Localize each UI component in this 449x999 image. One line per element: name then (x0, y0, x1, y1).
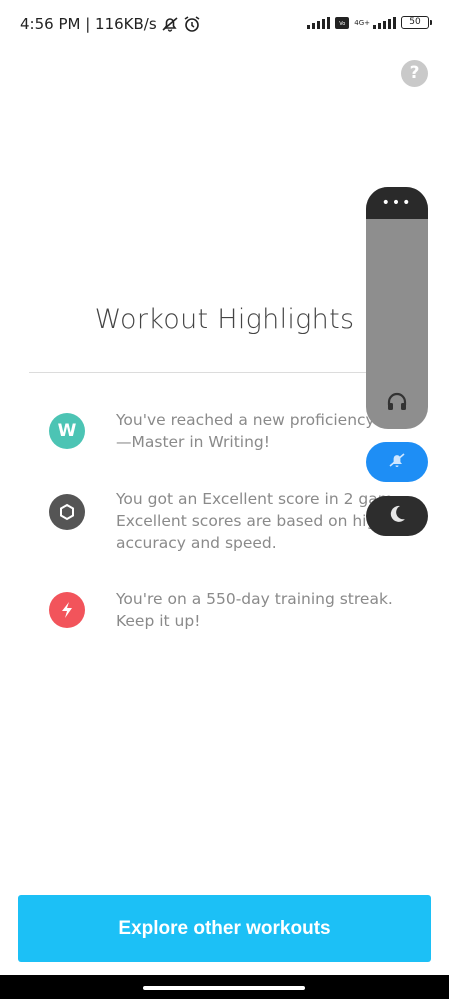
help-button[interactable]: ? (401, 60, 428, 87)
dark-mode-button[interactable] (366, 496, 428, 536)
alarm-icon (183, 15, 201, 33)
highlight-text: You're on a 550-day training streak. Kee… (116, 590, 393, 630)
writing-badge-letter: W (57, 421, 77, 441)
status-left: 4:56 PM | 116KB/s (20, 15, 201, 33)
floating-sound-panel[interactable]: ••• (366, 187, 428, 429)
hexagon-badge-icon (49, 494, 85, 530)
battery-level: 50 (409, 17, 421, 27)
mute-notifications-icon (161, 15, 179, 33)
volte-label: Vo LTE (338, 20, 347, 40)
network-type: 4G+ (354, 18, 370, 27)
status-right: Vo LTE 4G+ 50 (307, 16, 432, 40)
explore-workouts-button[interactable]: Explore other workouts (18, 895, 431, 962)
system-nav-bar (0, 975, 449, 999)
headphones-icon[interactable] (366, 391, 428, 415)
lightning-badge-icon (49, 592, 85, 628)
volte-icon: Vo LTE (335, 16, 350, 40)
signal-icon (307, 16, 331, 29)
status-time: 4:56 PM | 116KB/s (20, 15, 157, 33)
moon-icon (386, 503, 408, 529)
divider (29, 372, 420, 373)
writing-badge-icon: W (49, 413, 85, 449)
status-bar: 4:56 PM | 116KB/s Vo LTE 4G+ 50 (0, 0, 449, 50)
home-indicator[interactable] (143, 986, 305, 990)
bell-off-icon (387, 450, 407, 474)
more-options-icon[interactable]: ••• (366, 187, 428, 219)
mute-toggle-button[interactable] (366, 442, 428, 482)
battery-icon: 50 (401, 16, 432, 29)
signal-icon-2 (373, 16, 396, 29)
